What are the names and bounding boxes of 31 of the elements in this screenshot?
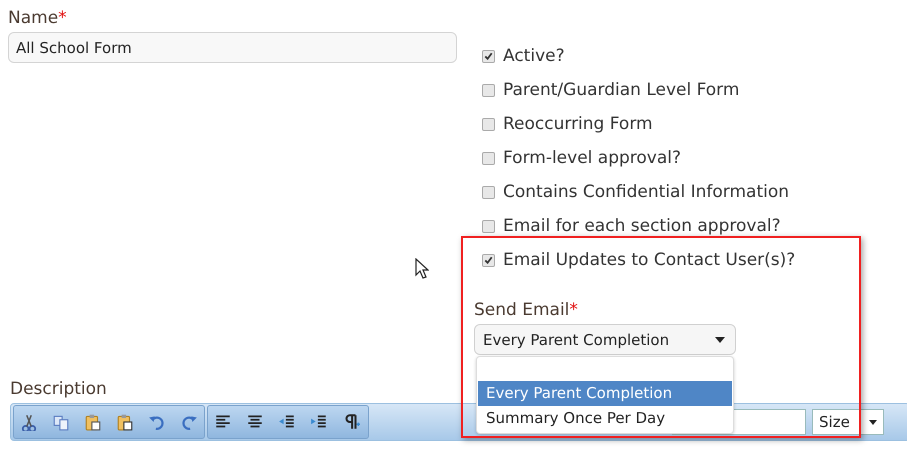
mouse-cursor-icon xyxy=(415,258,429,280)
checkbox-label: Active? xyxy=(503,46,565,66)
required-mark: * xyxy=(58,8,67,28)
paste-text-icon[interactable] xyxy=(116,413,134,431)
send-email-select[interactable]: Every Parent Completion xyxy=(474,324,736,355)
field-label: Send Email* xyxy=(474,299,579,321)
dropdown-option[interactable]: Summary Once Per Day xyxy=(478,406,732,431)
scissors-icon[interactable] xyxy=(20,413,38,431)
checkbox[interactable] xyxy=(482,50,495,62)
paste-icon[interactable] xyxy=(84,413,102,431)
field-label: Description xyxy=(10,378,107,401)
checkbox-label: Form-level approval? xyxy=(503,148,682,168)
copy-icon[interactable] xyxy=(52,413,70,431)
checkbox-label: Parent/Guardian Level Form xyxy=(503,80,740,100)
name-field[interactable]: All School Form xyxy=(8,32,457,63)
required-mark: * xyxy=(569,300,578,320)
checkbox-label: Reoccurring Form xyxy=(503,114,653,134)
checkbox[interactable] xyxy=(482,152,495,164)
checkbox[interactable] xyxy=(482,254,495,266)
checkbox[interactable] xyxy=(482,186,495,198)
checkbox[interactable] xyxy=(482,84,495,96)
size-select[interactable]: Size xyxy=(812,409,884,435)
checkbox[interactable] xyxy=(482,220,495,232)
caret-icon xyxy=(869,420,877,424)
checkbox-label: Contains Confidential Information xyxy=(503,182,790,202)
dropdown-option[interactable]: Every Parent Completion xyxy=(478,381,732,406)
caret-icon xyxy=(715,336,725,342)
checkbox-label: Email Updates to Contact User(s)? xyxy=(503,250,796,270)
checkbox-label: Email for each section approval? xyxy=(503,216,781,236)
field-label: Name* xyxy=(8,7,68,30)
checkbox[interactable] xyxy=(482,118,495,130)
